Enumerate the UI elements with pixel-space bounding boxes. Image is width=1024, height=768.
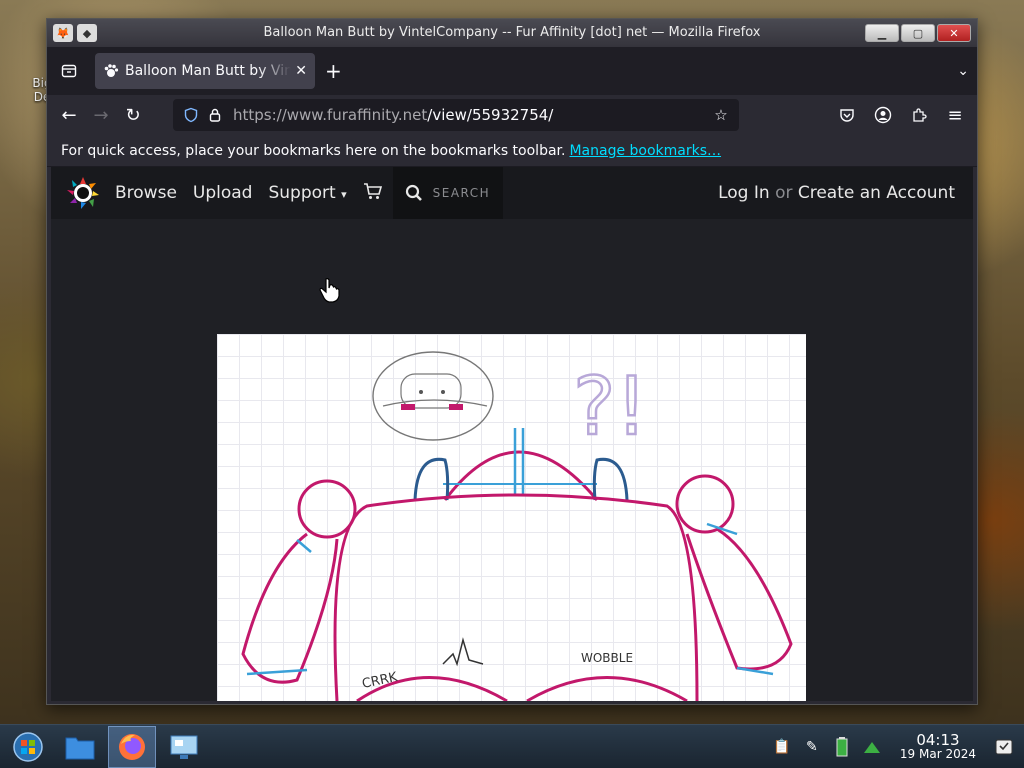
battery-icon[interactable] <box>832 736 852 757</box>
shopping-cart-icon[interactable] <box>363 181 383 206</box>
paw-icon <box>104 64 119 77</box>
new-tab-button[interactable]: + <box>325 59 342 83</box>
start-menu-button[interactable] <box>4 726 52 768</box>
create-account-link[interactable]: Create an Account <box>798 183 955 203</box>
submission-artwork[interactable]: ?! CRRK WOBBLE <box>217 334 806 701</box>
site-header: Browse Upload Support ▾ SEARCH Log In or… <box>51 167 973 219</box>
auth-or-text: or <box>775 183 793 203</box>
bookmark-star-icon[interactable]: ☆ <box>709 103 733 127</box>
page-content: Browse Upload Support ▾ SEARCH Log In or… <box>51 167 973 701</box>
windows-orb-icon <box>13 731 43 762</box>
taskbar: 📋 ✎ 04:13 19 Mar 2024 <box>0 724 1024 768</box>
nav-upload-link[interactable]: Upload <box>193 183 253 203</box>
nav-support-dropdown[interactable]: Support ▾ <box>268 183 346 203</box>
search-icon <box>405 184 422 201</box>
manage-bookmarks-link[interactable]: Manage bookmarks… <box>569 143 721 159</box>
caret-down-icon: ▾ <box>341 188 347 201</box>
search-label: SEARCH <box>432 186 491 200</box>
firefox-menu-icon[interactable]: 🦊 <box>53 24 73 42</box>
window-controls: ▁ ▢ ✕ <box>865 24 977 42</box>
bookmarks-message: For quick access, place your bookmarks h… <box>61 142 566 159</box>
forward-button[interactable]: → <box>85 99 117 131</box>
login-link[interactable]: Log In <box>718 183 770 203</box>
back-button[interactable]: ← <box>53 99 85 131</box>
fur-affinity-logo-icon[interactable] <box>65 175 101 211</box>
clock-date: 19 Mar 2024 <box>899 747 976 762</box>
system-settings-taskbar-button[interactable] <box>160 726 208 768</box>
url-path: /view/55932754/ <box>427 106 554 124</box>
nav-support-label: Support <box>268 183 336 203</box>
firefox-icon <box>119 733 145 760</box>
clipboard-icon[interactable]: 📋 <box>772 737 792 757</box>
firefox-taskbar-button[interactable] <box>108 725 156 768</box>
account-icon[interactable] <box>867 99 899 131</box>
keep-above-icon[interactable]: ◆ <box>77 24 97 42</box>
tab-active[interactable]: Balloon Man Butt by VintelCompany ✕ <box>95 53 315 89</box>
monitor-settings-icon <box>170 735 198 759</box>
system-clock[interactable]: 04:13 19 Mar 2024 <box>900 732 976 762</box>
toolbar-right: ≡ <box>831 99 971 131</box>
file-manager-taskbar-button[interactable] <box>56 726 104 768</box>
artwork-drawing: ?! CRRK WOBBLE <box>241 351 793 701</box>
hamburger-menu-icon[interactable]: ≡ <box>939 99 971 131</box>
wobble-label: WOBBLE <box>581 651 633 665</box>
hand-pointer-cursor-icon <box>319 278 340 303</box>
folder-icon <box>65 737 95 759</box>
pocket-icon[interactable] <box>831 99 863 131</box>
list-all-tabs-chevron-icon[interactable]: ⌄ <box>957 63 969 79</box>
url-bar[interactable]: https://www.furaffinity.net/view/5593275… <box>173 99 739 131</box>
close-window-button[interactable]: ✕ <box>937 24 971 42</box>
tab-bar: Balloon Man Butt by VintelCompany ✕ + ⌄ <box>47 47 977 95</box>
window-title: Balloon Man Butt by VintelCompany -- Fur… <box>263 25 761 40</box>
auth-links: Log In or Create an Account <box>718 183 955 203</box>
tracking-protection-shield-icon[interactable] <box>179 103 203 127</box>
lock-icon[interactable] <box>203 103 227 127</box>
bookmarks-toolbar: For quick access, place your bookmarks h… <box>47 135 977 167</box>
notifications-icon[interactable] <box>994 737 1014 757</box>
minimize-button[interactable]: ▁ <box>865 24 899 42</box>
window-titlebar[interactable]: 🦊 ◆ Balloon Man Butt by VintelCompany --… <box>47 19 977 47</box>
url-text[interactable]: https://www.furaffinity.net/view/5593275… <box>233 106 709 124</box>
titlebar-left-controls: 🦊 ◆ <box>47 24 97 42</box>
firefox-window: 🦊 ◆ Balloon Man Butt by VintelCompany --… <box>46 18 978 705</box>
site-search-button[interactable]: SEARCH <box>392 167 503 219</box>
tab-title: Balloon Man Butt by VintelCompany <box>125 63 292 79</box>
color-picker-icon[interactable]: ✎ <box>802 737 822 757</box>
navigation-toolbar: ← → ↻ https://www.furaffinity.net/view/5… <box>47 95 977 135</box>
nav-browse-link[interactable]: Browse <box>115 183 177 203</box>
network-icon[interactable] <box>862 737 882 757</box>
question-exclamation-glyphs: ?! <box>573 360 648 453</box>
system-tray: 📋 ✎ 04:13 19 Mar 2024 <box>772 732 1024 762</box>
maximize-button[interactable]: ▢ <box>901 24 935 42</box>
extensions-icon[interactable] <box>903 99 935 131</box>
close-tab-icon[interactable]: ✕ <box>295 63 307 79</box>
clock-time: 04:13 <box>916 730 960 749</box>
url-host: https://www.furaffinity.net <box>233 106 428 124</box>
reload-button[interactable]: ↻ <box>117 99 149 131</box>
firefox-view-icon[interactable] <box>55 57 83 85</box>
